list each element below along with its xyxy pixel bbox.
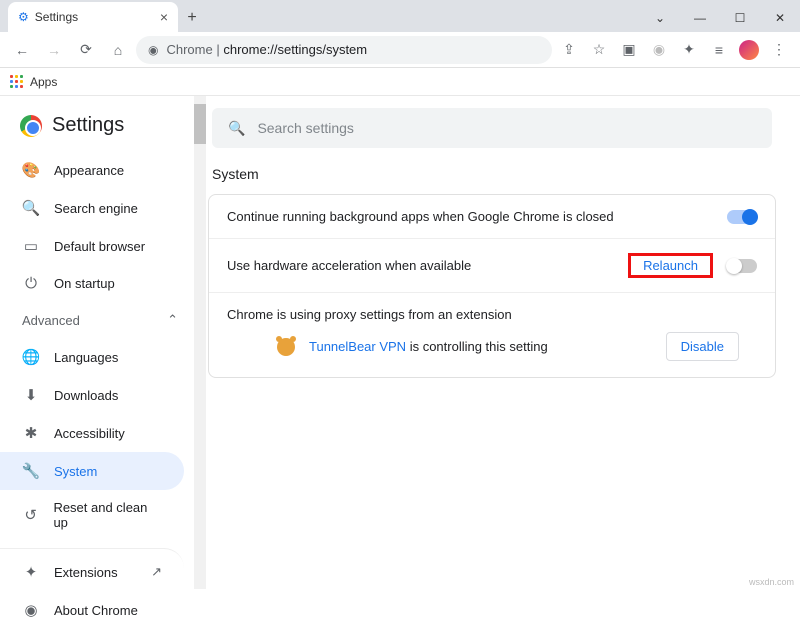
sidebar-scrollbar[interactable] xyxy=(194,96,206,589)
bookmark-star-icon[interactable]: ☆ xyxy=(586,37,612,63)
new-tab-button[interactable]: + xyxy=(178,4,206,32)
browser-tab[interactable]: ⚙ Settings × xyxy=(8,2,178,32)
paint-icon: 🎨 xyxy=(22,161,40,179)
toggle-hardware-accel[interactable] xyxy=(727,259,757,273)
sidebar-item-on-startup[interactable]: ⏻ On startup xyxy=(0,265,184,302)
restore-icon: ↺ xyxy=(22,506,39,524)
sidebar-advanced-toggle[interactable]: Advanced ⌃ xyxy=(0,302,200,338)
sidebar-item-label: Accessibility xyxy=(54,426,125,441)
settings-header: Settings xyxy=(0,108,200,151)
page-title: Settings xyxy=(52,114,124,137)
address-bar[interactable]: ◉ Chrome | chrome://settings/system xyxy=(136,36,552,64)
url-host: Chrome xyxy=(166,42,212,57)
sidebar-item-label: System xyxy=(54,464,97,479)
puzzle-icon: ✦ xyxy=(22,563,40,581)
url-path: chrome://settings/system xyxy=(223,42,367,57)
extension-link[interactable]: TunnelBear VPN xyxy=(309,339,406,354)
close-tab-icon[interactable]: × xyxy=(160,9,168,25)
back-button[interactable]: ← xyxy=(8,36,36,64)
search-placeholder: Search settings xyxy=(257,120,354,136)
reading-list-icon[interactable]: ≡ xyxy=(706,37,732,63)
reload-button[interactable]: ⟳ xyxy=(72,36,100,64)
settings-main: 🔍 Search settings System Continue runnin… xyxy=(200,96,800,589)
search-icon: 🔍 xyxy=(22,199,40,217)
settings-sidebar: Settings 🎨 Appearance 🔍 Search engine ▭ … xyxy=(0,96,200,589)
sidebar-item-label: On startup xyxy=(54,276,115,291)
row-proxy: Chrome is using proxy settings from an e… xyxy=(209,292,775,377)
external-link-icon: ↗ xyxy=(151,564,162,580)
gear-icon: ⚙ xyxy=(18,10,29,24)
search-icon: 🔍 xyxy=(228,120,245,137)
window-titlebar: ⚙ Settings × + ⌄ — ☐ ✕ xyxy=(0,0,800,32)
sidebar-item-label: Appearance xyxy=(54,163,124,178)
section-title: System xyxy=(212,166,772,182)
watermark: wsxdn.com xyxy=(749,577,794,587)
site-info-icon[interactable]: ◉ xyxy=(148,43,158,57)
row-background-apps: Continue running background apps when Go… xyxy=(209,195,775,238)
row-label: Continue running background apps when Go… xyxy=(227,209,614,224)
accessibility-icon: ✱ xyxy=(22,424,40,442)
sidebar-item-system[interactable]: 🔧 System xyxy=(0,452,184,490)
sidebar-item-accessibility[interactable]: ✱ Accessibility xyxy=(0,414,184,452)
sidebar-item-label: Reset and clean up xyxy=(53,500,162,530)
row-hardware-accel: Use hardware acceleration when available… xyxy=(209,238,775,292)
extension-msg: is controlling this setting xyxy=(406,339,548,354)
window-close-button[interactable]: ✕ xyxy=(760,4,800,32)
power-icon: ⏻ xyxy=(22,275,40,292)
sidebar-item-label: Languages xyxy=(54,350,118,365)
sidebar-item-label: Search engine xyxy=(54,201,138,216)
toggle-background-apps[interactable] xyxy=(727,210,757,224)
sidebar-item-appearance[interactable]: 🎨 Appearance xyxy=(0,151,184,189)
window-controls: ⌄ — ☐ ✕ xyxy=(640,4,800,32)
relaunch-highlight: Relaunch xyxy=(628,253,713,278)
extension-circle-icon[interactable]: ◉ xyxy=(646,37,672,63)
window-minimize-button[interactable]: — xyxy=(680,4,720,32)
sidebar-item-languages[interactable]: 🌐 Languages xyxy=(0,338,184,376)
sidebar-item-search-engine[interactable]: 🔍 Search engine xyxy=(0,189,184,227)
apps-grid-icon[interactable] xyxy=(10,75,24,89)
wrench-icon: 🔧 xyxy=(22,462,40,480)
extensions-puzzle-icon[interactable]: ✦ xyxy=(676,37,702,63)
window-maximize-button[interactable]: ☐ xyxy=(720,4,760,32)
chrome-icon: ◉ xyxy=(22,601,40,619)
sidebar-item-label: Downloads xyxy=(54,388,118,403)
extension-box-icon[interactable]: ▣ xyxy=(616,37,642,63)
row-label: Chrome is using proxy settings from an e… xyxy=(227,307,512,322)
apps-shortcut[interactable]: Apps xyxy=(30,75,57,89)
system-card: Continue running background apps when Go… xyxy=(208,194,776,378)
sidebar-item-default-browser[interactable]: ▭ Default browser xyxy=(0,227,184,265)
row-label: Use hardware acceleration when available xyxy=(227,258,471,273)
chevron-up-icon: ⌃ xyxy=(167,312,178,328)
profile-avatar[interactable] xyxy=(736,37,762,63)
forward-button[interactable]: → xyxy=(40,36,68,64)
bookmark-bar: Apps xyxy=(0,68,800,96)
chrome-logo-icon xyxy=(20,115,42,137)
tab-title: Settings xyxy=(35,10,78,24)
disable-button[interactable]: Disable xyxy=(666,332,739,361)
sidebar-item-label: Extensions xyxy=(54,565,118,580)
sidebar-item-downloads[interactable]: ⬇ Downloads xyxy=(0,376,184,414)
browser-toolbar: ← → ⟳ ⌂ ◉ Chrome | chrome://settings/sys… xyxy=(0,32,800,68)
menu-kebab-icon[interactable]: ⋮ xyxy=(766,37,792,63)
sidebar-item-reset[interactable]: ↺ Reset and clean up xyxy=(0,490,184,540)
search-settings-input[interactable]: 🔍 Search settings xyxy=(212,108,772,148)
share-icon[interactable]: ⇪ xyxy=(556,37,582,63)
sidebar-item-extensions[interactable]: ✦ Extensions ↗ xyxy=(0,548,184,591)
sidebar-item-label: Default browser xyxy=(54,239,145,254)
download-icon: ⬇ xyxy=(22,386,40,404)
home-button[interactable]: ⌂ xyxy=(104,36,132,64)
tunnelbear-icon xyxy=(277,338,295,356)
window-chevron-icon[interactable]: ⌄ xyxy=(640,4,680,32)
sidebar-item-about[interactable]: ◉ About Chrome xyxy=(0,591,184,629)
advanced-label: Advanced xyxy=(22,313,80,328)
relaunch-button[interactable]: Relaunch xyxy=(637,254,704,277)
browser-icon: ▭ xyxy=(22,237,40,255)
globe-icon: 🌐 xyxy=(22,348,40,366)
sidebar-item-label: About Chrome xyxy=(54,603,138,618)
